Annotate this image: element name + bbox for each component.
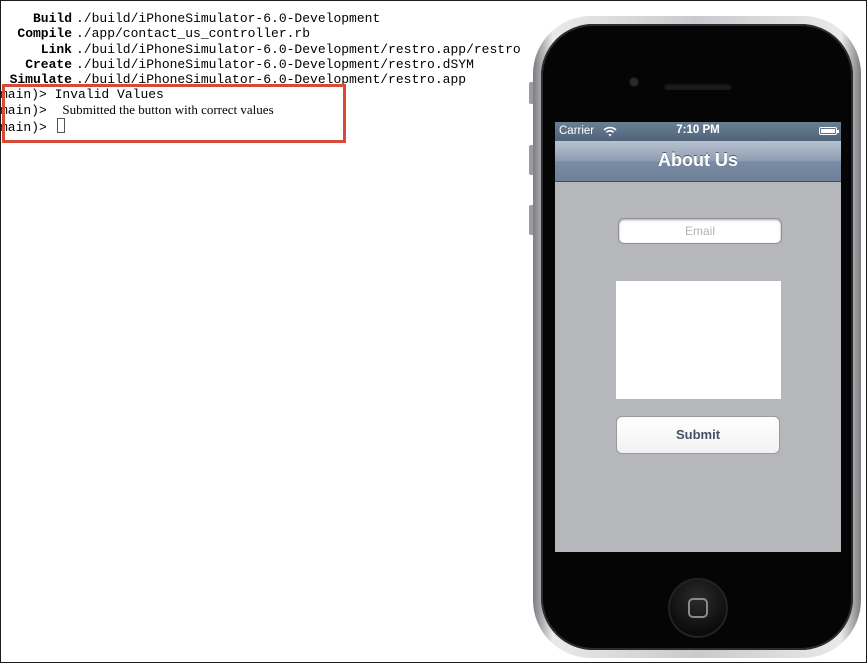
build-verb: Compile bbox=[17, 26, 72, 41]
submit-button[interactable]: Submit bbox=[616, 416, 780, 454]
build-line: Compile ./app/contact_us_controller.rb bbox=[0, 26, 310, 41]
build-verb: Link bbox=[40, 42, 72, 57]
build-line: Link ./build/iPhoneSimulator-6.0-Developm… bbox=[0, 42, 521, 57]
speaker-grille bbox=[664, 83, 732, 90]
build-path: ./app/contact_us_controller.rb bbox=[76, 26, 311, 41]
status-bar: Carrier 7:10 PM bbox=[555, 122, 841, 141]
build-line: Create ./build/iPhoneSimulator-6.0-Develo… bbox=[0, 57, 474, 72]
build-line: Build ./build/iPhoneSimulator-6.0-Develop… bbox=[0, 11, 380, 26]
clock-time: 7:10 PM bbox=[676, 124, 720, 136]
battery-icon bbox=[819, 127, 839, 135]
simulator-screen: Carrier 7:10 PM About Us Submit bbox=[555, 122, 841, 552]
build-path: ./build/iPhoneSimulator-6.0-Development bbox=[76, 11, 381, 26]
highlight-box bbox=[2, 84, 346, 143]
nav-title: About Us bbox=[658, 150, 738, 170]
build-path: ./build/iPhoneSimulator-6.0-Development/… bbox=[76, 57, 474, 72]
message-text-area[interactable] bbox=[616, 281, 781, 399]
build-verb: Build bbox=[32, 11, 72, 26]
camera-icon bbox=[630, 78, 638, 86]
navigation-bar: About Us bbox=[555, 141, 841, 182]
email-field[interactable] bbox=[618, 218, 782, 244]
build-path: ./build/iPhoneSimulator-6.0-Development/… bbox=[76, 42, 521, 57]
build-verb: Create bbox=[25, 57, 72, 72]
home-square-icon bbox=[688, 598, 708, 618]
